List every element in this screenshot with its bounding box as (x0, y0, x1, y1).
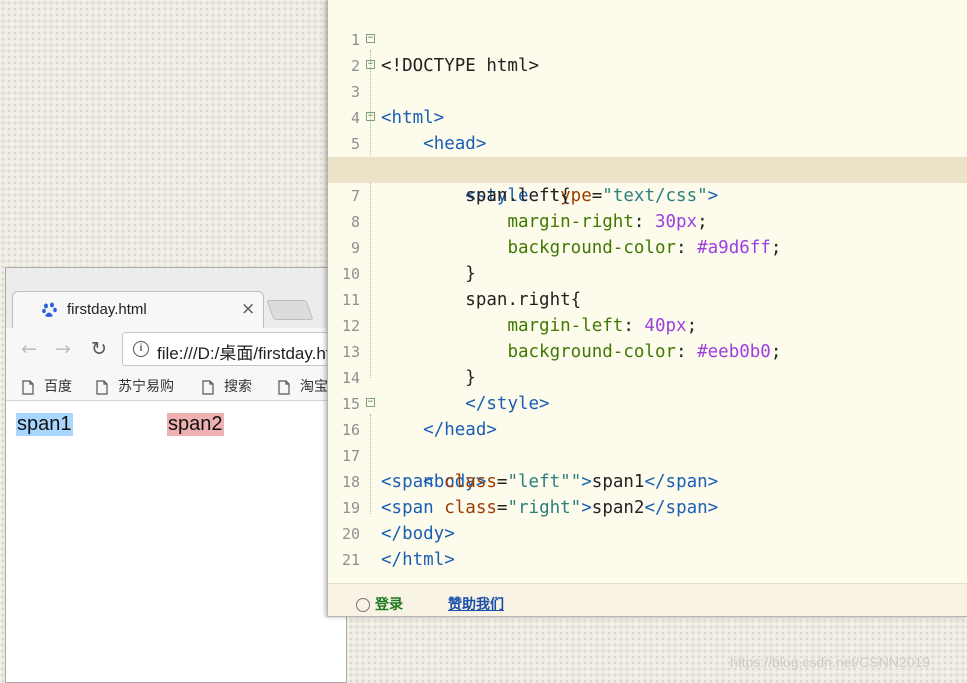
bookmark-label: 百度 (44, 379, 72, 395)
bookmarks-bar: 百度 苏宁易购 搜索 淘宝 (6, 370, 346, 401)
rendered-span1: span1 (16, 413, 73, 436)
browser-window: firstday.html × ← → ↻ i file:///D:/桌面/fi… (5, 267, 382, 683)
close-tab-icon[interactable]: × (241, 299, 255, 319)
code-line-14[interactable]: 14 </style> (328, 339, 967, 414)
bookmark-suning[interactable]: 苏宁易购 (96, 376, 174, 396)
bookmark-label: 苏宁易购 (118, 379, 174, 395)
code-line-12[interactable]: 12 background-color: #eeb0b0; (328, 287, 967, 362)
page-icon (22, 379, 34, 395)
page-icon (96, 379, 108, 395)
code-text: </html> (381, 550, 455, 570)
code-editor[interactable]: 1 <!DOCTYPE html> 2 − <html> 3 − <head> … (327, 0, 967, 617)
page-icon (202, 379, 214, 395)
fold-collapse-icon[interactable]: − (366, 34, 375, 43)
fold-collapse-icon[interactable]: − (366, 60, 375, 69)
code-line-7-active[interactable]: 7 margin-right: 30px; (328, 157, 967, 232)
watermark: https://blog.csdn.net/CSNN2019 (730, 654, 931, 670)
reload-icon[interactable]: ↻ (88, 338, 110, 360)
code-line-1[interactable]: 1 <!DOCTYPE html> (328, 1, 967, 76)
code-line-6[interactable]: 6 span.left{ (328, 131, 967, 206)
code-line-17[interactable]: 17 <span class="left"">span1</span> (328, 417, 967, 492)
user-icon (356, 598, 370, 612)
code-line-11[interactable]: 11 margin-left: 40px; (328, 261, 967, 336)
bookmark-baidu[interactable]: 百度 (22, 376, 72, 396)
tab-firstday[interactable]: firstday.html × (12, 291, 264, 328)
code-line-2[interactable]: 2 − <html> (328, 27, 967, 129)
login-link[interactable]: 登录 (356, 594, 403, 614)
bookmark-label: 淘宝 (300, 379, 328, 395)
code-line-21[interactable]: 21 (328, 521, 967, 569)
browser-toolbar: ← → ↻ i file:///D:/桌面/firstday.html (6, 328, 382, 370)
code-line-3[interactable]: 3 − <head> (328, 53, 967, 155)
line-number: 21 (341, 551, 360, 569)
code-line-19[interactable]: 19 </body> (328, 469, 967, 544)
tab-title: firstday.html (67, 301, 147, 318)
code-line-9[interactable]: 9 } (328, 209, 967, 284)
bookmark-taobao[interactable]: 淘宝 (278, 376, 328, 396)
sponsor-link[interactable]: 赞助我们 (448, 594, 504, 614)
url-text[interactable]: file:///D:/桌面/firstday.html (157, 339, 348, 364)
page-viewport: span1 span2 (6, 401, 346, 682)
code-line-10[interactable]: 10 span.right{ (328, 235, 967, 310)
code-line-13[interactable]: 13 } (328, 313, 967, 388)
forward-arrow-icon[interactable]: → (52, 338, 74, 360)
fold-collapse-icon[interactable]: − (366, 112, 375, 121)
info-icon[interactable]: i (133, 341, 149, 357)
code-line-15[interactable]: 15 </head> (328, 365, 967, 440)
editor-statusbar: 登录 赞助我们 (328, 583, 967, 616)
fold-collapse-icon[interactable]: − (366, 398, 375, 407)
tab-strip: firstday.html × (6, 268, 346, 328)
page-icon (278, 379, 290, 395)
code-line-4[interactable]: 4 (328, 79, 967, 127)
bookmark-search[interactable]: 搜索 (202, 376, 252, 396)
code-line-18[interactable]: 18 <span class="right">span2</span> (328, 443, 967, 518)
bookmark-label: 搜索 (224, 379, 252, 395)
code-line-16[interactable]: 16 − <body> (328, 391, 967, 493)
code-line-20[interactable]: 20 </html> (328, 495, 967, 570)
code-line-5[interactable]: 5 − <style type="text/css"> (328, 105, 967, 207)
rendered-span2: span2 (167, 413, 224, 436)
baidu-paw-icon (42, 302, 57, 317)
code-line-8[interactable]: 8 background-color: #a9d6ff; (328, 183, 967, 258)
login-label: 登录 (375, 597, 403, 613)
back-arrow-icon[interactable]: ← (18, 338, 40, 360)
new-tab-button[interactable] (266, 300, 314, 320)
